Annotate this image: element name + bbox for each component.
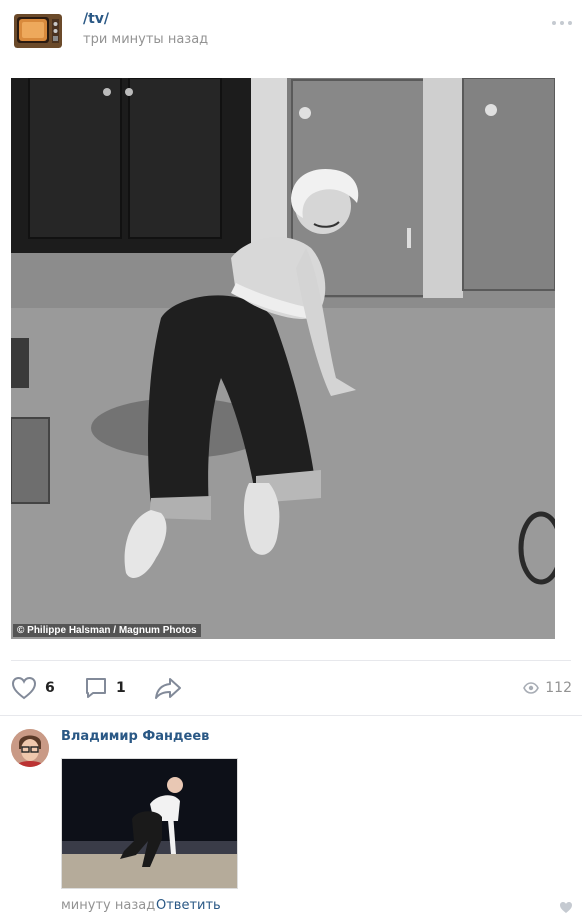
photo-caption: © Philippe Halsman / Magnum Photos	[13, 624, 201, 637]
photo-scene	[11, 78, 555, 639]
dot	[560, 21, 564, 25]
group-name[interactable]: /tv/	[83, 11, 109, 27]
comment-time[interactable]: минуту назад	[61, 898, 155, 913]
more-dots-icon[interactable]	[552, 20, 572, 26]
divider	[0, 715, 582, 716]
views-count: 112	[545, 680, 572, 696]
like-button[interactable]: 6	[11, 676, 55, 700]
small-heart-icon	[560, 902, 572, 913]
group-avatar[interactable]	[14, 14, 62, 48]
comment-like-button[interactable]	[559, 899, 573, 918]
share-arrow-icon	[155, 678, 181, 699]
eye-icon	[523, 682, 540, 694]
dot	[552, 21, 556, 25]
comment-image[interactable]	[61, 758, 238, 889]
reply-button[interactable]: Ответить	[156, 898, 221, 913]
views-counter: 112	[523, 680, 572, 696]
post-photo[interactable]: © Philippe Halsman / Magnum Photos	[11, 78, 555, 639]
post-time[interactable]: три минуты назад	[83, 32, 208, 47]
comment-bubble-icon	[86, 678, 106, 698]
divider	[11, 660, 571, 661]
comment-author-avatar[interactable]	[11, 729, 49, 767]
dot	[568, 21, 572, 25]
post-header: /tv/ три минуты назад	[0, 0, 582, 70]
like-count: 6	[45, 680, 55, 696]
share-button[interactable]	[154, 676, 182, 700]
heart-icon	[11, 676, 37, 700]
post-actions: 6 1 112	[0, 670, 582, 710]
comment-author-name[interactable]: Владимир Фандеев	[61, 729, 209, 744]
comment-count: 1	[116, 680, 126, 696]
comment-button[interactable]: 1	[84, 676, 126, 700]
